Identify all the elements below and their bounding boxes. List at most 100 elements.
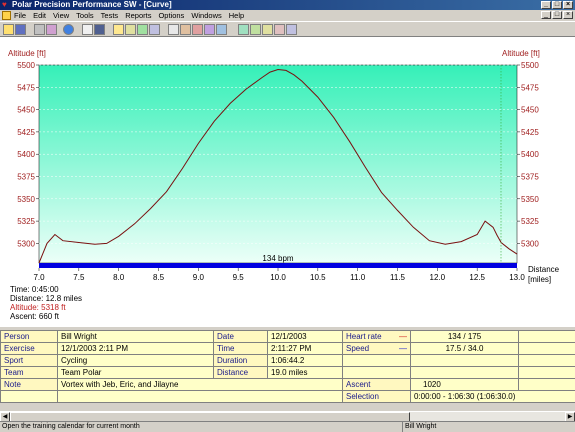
menu-windows[interactable]: Windows [191,10,221,21]
time-value[interactable]: 2:11:27 PM [267,342,343,355]
x-axis-label: Distance [miles] [528,265,560,284]
globe-icon[interactable] [63,24,74,35]
person-value[interactable]: Bill Wright [57,330,214,343]
heart-rate-band-label: 134 bpm [262,254,293,263]
title-bar: ♥ Polar Precision Performance SW - [Curv… [0,0,575,10]
analysis-icon[interactable] [192,24,203,35]
calendar-icon[interactable] [82,24,93,35]
note-value[interactable]: Vortex with Jeb, Eric, and Jilayne [57,378,343,391]
curve-icon[interactable] [125,24,136,35]
team-value[interactable]: Team Polar [57,366,214,379]
duration-value[interactable]: 1:06:44.2 [267,354,343,367]
menu-reports[interactable]: Reports [125,10,151,21]
sport-label: Sport [0,354,58,367]
menu-tools[interactable]: Tools [76,10,94,21]
mdi-document-icon[interactable] [2,11,11,20]
child-minimize-button[interactable]: _ [541,11,551,19]
y-axis-label-left: Altitude [ft] [8,49,46,58]
date-label: Date [213,330,268,343]
x-tick-label: 8.5 [153,273,165,282]
distance-label: Distance [213,366,268,379]
y-tick-label-right: 5375 [521,173,539,182]
table-row: Note Vortex with Jeb, Eric, and Jilayne … [0,378,575,391]
altitude-chart[interactable]: 5300 5325 5350 5375 5400 5425 5450 5475 5500 530… [0,37,575,327]
exercise-summary-table: Person Bill Wright Date 12/1/2003 Heart … [0,330,575,403]
y-tick-label-left: 5400 [17,150,35,159]
close-button[interactable]: × [563,1,573,9]
heart-rate-band [39,263,517,268]
year-summary-icon[interactable] [262,24,273,35]
speed-value[interactable]: 17.5 / 34.0 [410,342,519,355]
menu-help[interactable]: Help [229,10,244,21]
y-tick-label-right: 5425 [521,128,539,137]
month-summary-icon[interactable] [250,24,261,35]
x-tick-label: 8.0 [113,273,125,282]
bars-icon[interactable] [149,24,160,35]
window-title: Polar Precision Performance SW - [Curve] [12,0,172,9]
y-tick-label-left: 5475 [17,83,35,92]
save-icon[interactable] [15,24,26,35]
child-restore-button[interactable]: □ [552,11,562,19]
y-tick-label-right: 5475 [521,83,539,92]
menu-options[interactable]: Options [158,10,184,21]
x-tick-label: 7.5 [73,273,85,282]
selection-value[interactable]: 0:00:00 - 1:06:30 (1:06:30.0) [410,390,575,403]
heart-rate-legend-icon: — [399,332,407,341]
distance-value[interactable]: 19.0 miles [267,366,343,379]
team-label: Team [0,366,58,379]
y-tick-label-right: 5350 [521,195,539,204]
print-icon[interactable] [34,24,45,35]
zoom-out-icon[interactable] [180,24,191,35]
x-tick-label: 9.5 [233,273,245,282]
menu-tests[interactable]: Tests [101,10,119,21]
statistics-icon[interactable] [286,24,297,35]
speed-label: Speed — [342,342,411,355]
y-tick-label-right: 5400 [521,150,539,159]
time-label: Time [213,342,268,355]
curve-chart-area: 5300 5325 5350 5375 5400 5425 5450 5475 5500 530… [0,37,575,327]
table-row: Exercise 12/1/2003 2:11 PM Time 2:11:27 … [0,342,575,355]
folder-icon[interactable] [113,24,124,35]
menu-view[interactable]: View [53,10,69,21]
child-close-button[interactable]: × [563,11,573,19]
exercise-value[interactable]: 12/1/2003 2:11 PM [57,342,214,355]
toolbar [0,21,575,37]
table-row: Sport Cycling Duration 1:06:44.2 [0,354,575,367]
maximize-button[interactable]: □ [552,1,562,9]
compare-icon[interactable] [204,24,215,35]
graph-icon[interactable] [216,24,227,35]
transfer-icon[interactable] [46,24,57,35]
heart-rate-label: Heart rate — [342,330,411,343]
x-tick-label: 12.0 [430,273,446,282]
date-value[interactable]: 12/1/2003 [267,330,343,343]
note-label: Note [0,378,58,391]
exercise-label: Exercise [0,342,58,355]
y-tick-label-left: 5375 [17,173,35,182]
x-tick-label: 11.0 [350,273,366,282]
ascent-value[interactable]: 1020 [410,378,519,391]
y-tick-label-left: 5300 [17,239,35,248]
heart-rate-value[interactable]: 134 / 175 [410,330,519,343]
zoom-icon[interactable] [168,24,179,35]
summary-icon[interactable] [137,24,148,35]
status-user: Bill Wright [402,422,575,432]
menu-bar: File Edit View Tools Tests Reports Optio… [0,10,575,21]
y-tick-label-left: 5500 [17,61,35,70]
y-tick-label-right: 5300 [521,239,539,248]
table-row: Selection 0:00:00 - 1:06:30 (1:06:30.0) [0,390,575,403]
minimize-button[interactable]: _ [541,1,551,9]
heart-app-icon: ♥ [2,0,7,9]
table-row: Team Team Polar Distance 19.0 miles [0,366,575,379]
info-altitude: Altitude: 5318 ft [10,303,66,312]
status-message: Open the training calendar for current m… [2,423,140,430]
menu-file[interactable]: File [14,10,26,21]
horizontal-scrollbar[interactable]: ◀ ▶ [0,411,575,422]
report-icon[interactable] [274,24,285,35]
diary-icon[interactable] [94,24,105,35]
week-summary-icon[interactable] [238,24,249,35]
open-folder-icon[interactable] [3,24,14,35]
menu-edit[interactable]: Edit [33,10,46,21]
x-tick-label: 10.0 [270,273,286,282]
sport-value[interactable]: Cycling [57,354,214,367]
y-tick-label-left: 5350 [17,195,35,204]
